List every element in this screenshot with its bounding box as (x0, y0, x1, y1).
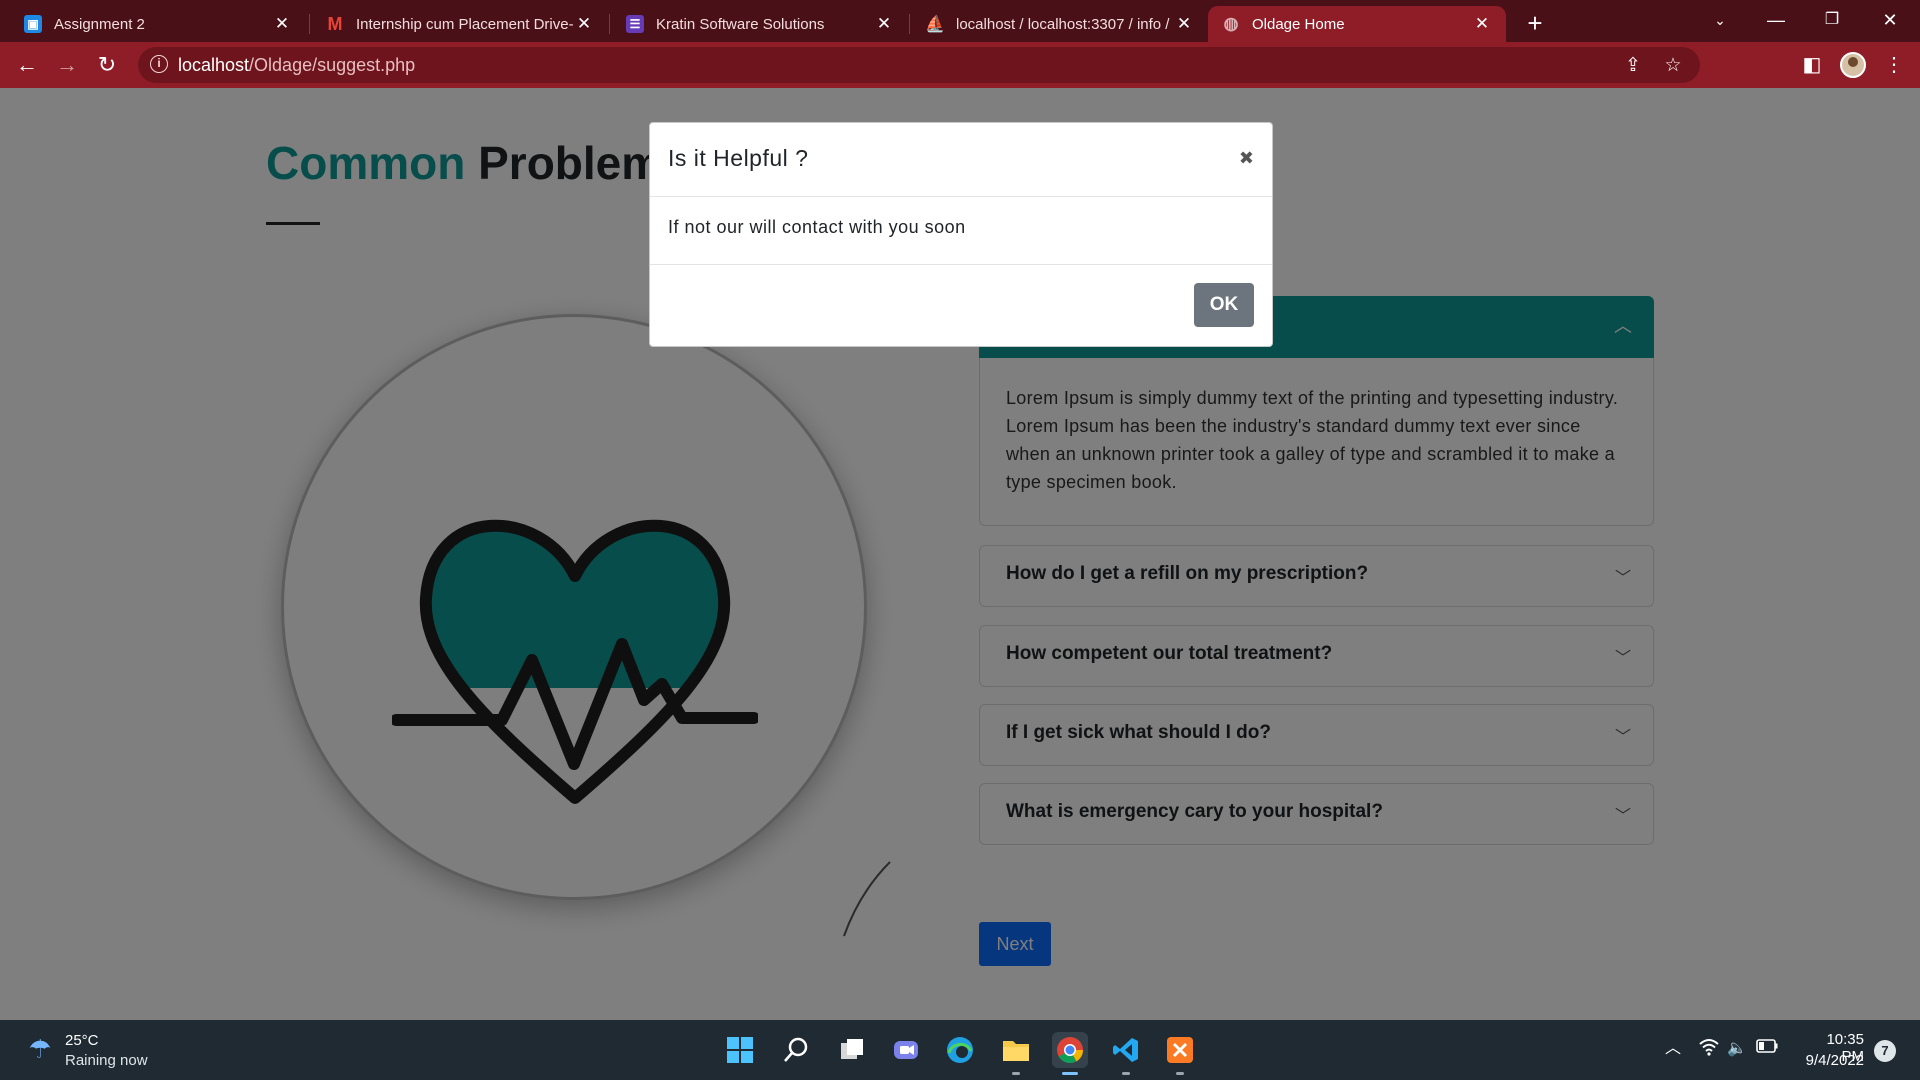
site-info-icon[interactable]: i (150, 55, 168, 73)
tab-oldage-home[interactable]: ◍ Oldage Home ✕ (1208, 6, 1506, 42)
gmail-icon: M (327, 13, 343, 34)
clock-date[interactable]: 9/4/2022 (1796, 1052, 1864, 1069)
weather-temperature[interactable]: 25°C (65, 1032, 99, 1049)
active-indicator (1062, 1072, 1078, 1075)
modal-header: Is it Helpful ? ✖ (650, 123, 1272, 197)
side-panel-icon[interactable]: ◧ (1798, 51, 1826, 79)
chrome-button[interactable] (1052, 1032, 1088, 1075)
teams-chat-icon (894, 1041, 918, 1059)
wifi-icon[interactable] (1698, 1038, 1720, 1060)
tab-phpmyadmin[interactable]: ⛵ localhost / localhost:3307 / info / ✕ (912, 6, 1208, 42)
show-hidden-icons-chevron-icon[interactable]: ︿ (1662, 1038, 1684, 1060)
share-icon[interactable]: ⇪ (1620, 53, 1646, 79)
bookmark-star-icon[interactable]: ☆ (1660, 53, 1686, 79)
close-icon[interactable]: ✕ (272, 14, 292, 34)
classroom-icon: ▣ (24, 15, 42, 33)
tab-separator (609, 14, 610, 34)
chrome-icon (1057, 1037, 1084, 1064)
rain-umbrella-icon[interactable]: ☂ (24, 1034, 56, 1066)
task-view-button[interactable] (834, 1032, 870, 1068)
tab-kratin-software[interactable]: ☰ Kratin Software Solutions ✕ (612, 6, 908, 42)
browser-toolbar: ← → ↻ i localhost/Oldage/suggest.php ⇪ ☆… (0, 42, 1920, 88)
minimize-icon[interactable]: — (1748, 0, 1804, 42)
url-host: localhost (178, 55, 250, 75)
windows-logo-icon (727, 1037, 753, 1063)
url-text[interactable]: localhost/Oldage/suggest.php (178, 55, 415, 76)
close-icon[interactable]: ✕ (1174, 14, 1194, 34)
close-icon[interactable]: ✖ (1239, 148, 1254, 169)
modal-footer: OK (650, 264, 1272, 346)
close-icon[interactable]: ✕ (874, 14, 894, 34)
weather-description[interactable]: Raining now (65, 1052, 148, 1069)
modal-body-text: If not our will contact with you soon (668, 217, 966, 237)
profile-avatar[interactable] (1840, 52, 1866, 78)
browser-tab-bar: ▣ Assignment 2 ✕ M Internship cum Placem… (0, 0, 1920, 42)
menu-kebab-icon[interactable]: ⋮ (1880, 51, 1908, 79)
tab-separator (309, 14, 310, 34)
notification-badge[interactable]: 7 (1874, 1040, 1896, 1062)
search-icon (784, 1037, 808, 1062)
xampp-icon (1167, 1037, 1193, 1063)
globe-icon: ◍ (1223, 14, 1239, 33)
tab-title: Internship cum Placement Drive- (356, 15, 574, 33)
running-indicator (1176, 1072, 1184, 1075)
teams-chat-button[interactable] (888, 1032, 924, 1068)
tab-assignment-2[interactable]: ▣ Assignment 2 ✕ (10, 6, 306, 42)
restore-icon[interactable]: ❐ (1804, 0, 1860, 42)
folder-icon (1003, 1041, 1029, 1061)
reload-icon[interactable]: ↻ (92, 50, 122, 80)
search-button[interactable] (778, 1032, 814, 1068)
edge-icon (947, 1037, 973, 1063)
running-indicator (1122, 1072, 1130, 1075)
running-indicator (1012, 1072, 1020, 1075)
close-icon[interactable]: ✕ (1472, 14, 1492, 34)
start-button[interactable] (722, 1032, 758, 1068)
helpful-modal: Is it Helpful ? ✖ If not our will contac… (649, 122, 1273, 347)
close-icon[interactable]: ✕ (574, 14, 594, 34)
back-arrow-icon[interactable]: ← (12, 50, 42, 80)
volume-icon[interactable]: 🔈 (1726, 1038, 1748, 1060)
edge-button[interactable] (942, 1032, 978, 1068)
tab-title: Assignment 2 (54, 15, 145, 33)
tab-internship-placement[interactable]: M Internship cum Placement Drive- ✕ (312, 6, 608, 42)
tab-title: Kratin Software Solutions (656, 15, 825, 33)
new-tab-button[interactable]: + (1520, 8, 1550, 38)
forms-icon: ☰ (626, 15, 644, 33)
ok-button[interactable]: OK (1194, 283, 1254, 327)
tab-title: localhost / localhost:3307 / info / (956, 15, 1170, 33)
tab-search-chevron-icon[interactable]: ⌄ (1692, 0, 1748, 42)
modal-title: Is it Helpful ? (668, 145, 809, 171)
tab-title: Oldage Home (1252, 15, 1345, 33)
address-bar[interactable]: i localhost/Oldage/suggest.php ⇪ ☆ (138, 47, 1700, 83)
tab-separator (909, 14, 910, 34)
window-close-icon[interactable]: ✕ (1862, 0, 1918, 42)
task-view-icon (841, 1039, 863, 1059)
battery-icon[interactable] (1756, 1038, 1778, 1060)
vscode-button[interactable] (1108, 1032, 1144, 1075)
phpmyadmin-icon: ⛵ (925, 16, 945, 33)
url-path: /Oldage/suggest.php (249, 55, 416, 75)
vscode-icon (1113, 1038, 1138, 1062)
windows-taskbar: ☂ 25°C Raining now ︿ 🔈 10:35 PM 9/4/2022… (0, 1020, 1920, 1080)
file-explorer-button[interactable] (998, 1032, 1034, 1075)
forward-arrow-icon[interactable]: → (52, 50, 82, 80)
xampp-button[interactable] (1162, 1032, 1198, 1075)
